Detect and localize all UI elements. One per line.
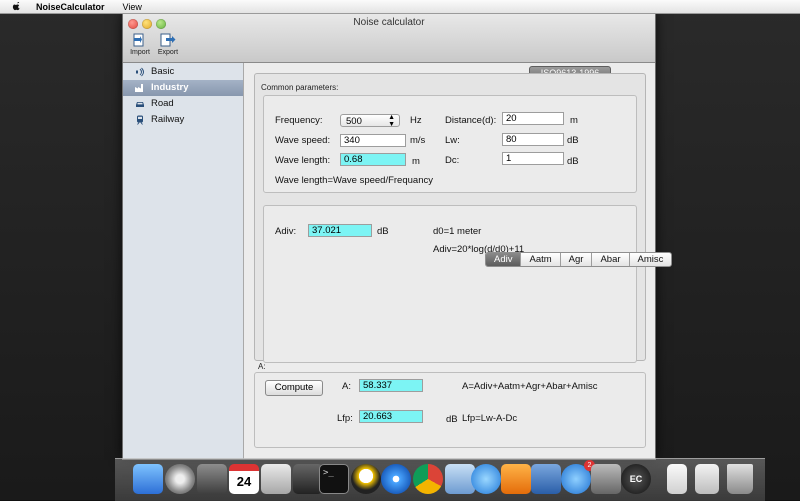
import-button[interactable]: Import	[127, 32, 153, 56]
ec-label: EC	[629, 474, 643, 484]
wave-length-formula: Wave length=Wave speed/Frequancy	[275, 175, 433, 186]
adiv-label: Adiv:	[275, 226, 297, 237]
frequency-value: 500	[346, 116, 362, 127]
compute-button[interactable]: Compute	[265, 380, 323, 396]
terminal-icon[interactable]: >_	[319, 464, 349, 494]
sidebar: Basic Industry Road Railway	[123, 63, 244, 459]
sidebar-item-industry[interactable]: Industry	[123, 80, 243, 96]
adiv-unit: dB	[377, 226, 389, 237]
calendar-icon[interactable]: 24	[229, 464, 259, 494]
tab-adiv[interactable]: Adiv	[486, 253, 522, 266]
attenuation-tabs: Adiv Aatm Agr Abar Amisc	[485, 252, 673, 267]
sidebar-item-road[interactable]: Road	[123, 96, 243, 112]
sidebar-item-label: Railway	[151, 114, 185, 125]
app-store-icon[interactable]: 2	[561, 460, 595, 494]
distance-input[interactable]	[502, 112, 564, 125]
calendar-day: 24	[236, 474, 252, 489]
sidebar-item-label: Industry	[151, 82, 189, 93]
frequency-unit: Hz	[410, 115, 422, 126]
common-parameters-box: Frequency: 500 ▲▼ Hz Wave speed: m/s Wav…	[263, 95, 637, 193]
export-icon	[160, 33, 176, 47]
xcode-icon[interactable]	[531, 464, 561, 494]
pages-icon[interactable]	[501, 464, 531, 494]
export-label: Export	[157, 49, 179, 56]
tab-aatm[interactable]: Aatm	[521, 253, 561, 266]
result-box: Compute A: A=Adiv+Aatm+Agr+Abar+Amisc Lf…	[254, 372, 646, 448]
system-preferences-icon[interactable]	[591, 464, 621, 494]
dock: 24 >_ 2 EC	[115, 458, 765, 501]
trash-icon[interactable]	[727, 464, 753, 494]
finder-icon[interactable]	[133, 464, 163, 494]
train-icon	[137, 115, 143, 125]
adiv-reference-note: d0=1 meter	[433, 226, 482, 237]
wave-length-label: Wave length:	[275, 155, 331, 166]
itunes-icon[interactable]	[471, 464, 501, 494]
ec-app-icon[interactable]: EC	[621, 464, 651, 494]
wave-speed-label: Wave speed:	[275, 135, 331, 146]
frequency-label: Frequency:	[275, 115, 323, 126]
distance-unit: m	[570, 115, 578, 126]
dc-unit: dB	[567, 156, 579, 167]
lw-unit: dB	[567, 135, 579, 146]
lw-label: Lw:	[445, 135, 460, 146]
app-menu[interactable]: NoiseCalculator	[36, 2, 105, 12]
downloads-stack-icon[interactable]	[695, 464, 719, 494]
import-icon	[133, 33, 144, 47]
factory-icon	[135, 84, 143, 92]
wave-speed-input[interactable]	[340, 134, 406, 147]
lfp-formula: Lfp=Lw-A-Dc	[462, 413, 518, 424]
menu-bar: NoiseCalculator View	[0, 0, 800, 14]
wave-length-output	[340, 153, 406, 166]
lfp-label: Lfp:	[337, 413, 353, 424]
chrome-icon[interactable]	[413, 464, 443, 494]
sidebar-item-basic[interactable]: Basic	[123, 64, 243, 80]
lfp-unit: dB	[446, 414, 458, 425]
distance-label: Distance(d):	[445, 115, 497, 126]
result-heading: A:	[258, 362, 266, 371]
title-bar: Noise calculator Import Export	[123, 14, 655, 63]
dc-label: Dc:	[445, 155, 460, 166]
tab-abar[interactable]: Abar	[592, 253, 630, 266]
window-title: Noise calculator	[353, 17, 425, 28]
a-label: A:	[342, 381, 351, 392]
wave-length-unit: m	[412, 156, 420, 167]
app-window: Noise calculator Import Export Basic Ind…	[122, 13, 673, 460]
lw-input[interactable]	[502, 133, 564, 146]
dvd-player-icon[interactable]	[165, 464, 195, 494]
document-stack-icon[interactable]	[667, 464, 687, 494]
menu-view[interactable]: View	[123, 2, 142, 12]
car-icon	[136, 102, 144, 107]
frequency-select[interactable]: 500 ▲ ▼	[340, 114, 400, 128]
sidebar-item-label: Road	[151, 98, 174, 109]
dc-input[interactable]	[502, 152, 564, 165]
safari-icon[interactable]	[381, 464, 411, 494]
main-panel: ISO9613-1996 Common parameters: Frequenc…	[244, 63, 673, 459]
attenuation-tab-box: Adiv: dB d0=1 meter Adiv=20*log(d/d0)+11	[263, 205, 637, 363]
tab-amisc[interactable]: Amisc	[630, 253, 672, 266]
sidebar-item-label: Basic	[151, 66, 175, 77]
adiv-output	[308, 224, 372, 237]
a-output	[359, 379, 423, 392]
sidebar-item-railway[interactable]: Railway	[123, 112, 243, 128]
lfp-output	[359, 410, 423, 423]
a-formula: A=Adiv+Aatm+Agr+Abar+Amisc	[462, 381, 598, 392]
tab-agr[interactable]: Agr	[561, 253, 593, 266]
speaker-icon	[136, 67, 144, 77]
export-button[interactable]: Export	[155, 32, 181, 56]
chevron-updown-icon: ▲ ▼	[388, 114, 395, 128]
common-parameters-heading: Common parameters:	[261, 83, 339, 92]
import-label: Import	[130, 49, 150, 56]
calculation-group: Common parameters: Frequency: 500 ▲ ▼ Hz …	[254, 73, 646, 363]
qq-icon[interactable]	[351, 464, 381, 494]
apple-menu-icon[interactable]	[12, 1, 22, 12]
utility-icon[interactable]	[197, 464, 227, 494]
mail-icon[interactable]	[261, 464, 291, 494]
wave-speed-unit: m/s	[410, 135, 426, 146]
